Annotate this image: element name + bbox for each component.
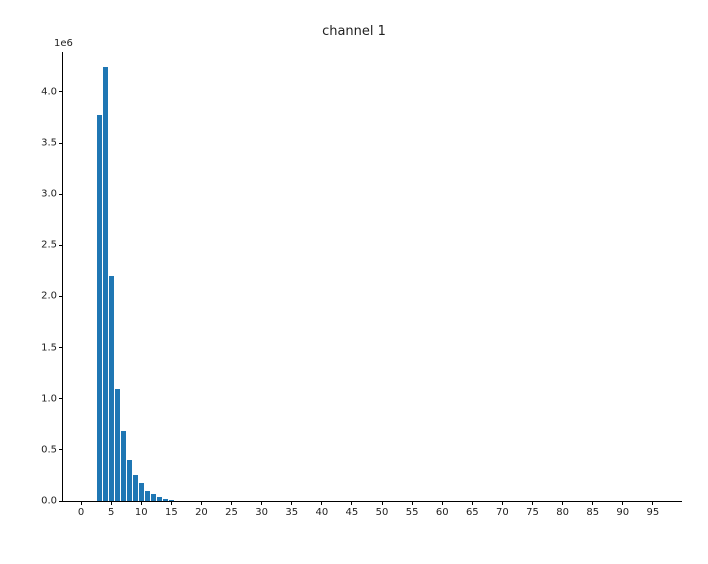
x-tick: [622, 501, 623, 505]
x-tick-label: 45: [346, 507, 359, 518]
x-tick-label: 50: [376, 507, 389, 518]
x-tick-label: 35: [285, 507, 298, 518]
y-exponent-label: 1e6: [54, 38, 73, 49]
x-tick-label: 0: [78, 507, 84, 518]
x-tick: [442, 501, 443, 505]
bar: [157, 497, 162, 501]
y-tick-label: 1.0: [41, 393, 57, 404]
x-tick: [502, 501, 503, 505]
bar: [103, 67, 108, 501]
x-tick-label: 70: [496, 507, 509, 518]
y-tick-label: 3.5: [41, 138, 57, 149]
y-tick: [59, 347, 63, 348]
x-tick-label: 15: [165, 507, 178, 518]
x-tick-label: 10: [135, 507, 148, 518]
x-tick: [592, 501, 593, 505]
x-tick-label: 90: [616, 507, 629, 518]
y-tick: [59, 501, 63, 502]
x-tick: [261, 501, 262, 505]
y-tick: [59, 449, 63, 450]
x-tick-label: 55: [406, 507, 419, 518]
y-tick: [59, 245, 63, 246]
x-tick-label: 95: [647, 507, 660, 518]
y-tick-label: 2.5: [41, 240, 57, 251]
x-tick: [81, 501, 82, 505]
y-tick: [59, 398, 63, 399]
x-tick: [472, 501, 473, 505]
x-tick: [291, 501, 292, 505]
y-tick: [59, 91, 63, 92]
x-tick: [201, 501, 202, 505]
bar: [127, 460, 132, 501]
bar: [163, 499, 168, 501]
y-tick-label: 1.5: [41, 342, 57, 353]
x-tick-label: 75: [526, 507, 539, 518]
x-tick-label: 30: [255, 507, 268, 518]
x-tick: [231, 501, 232, 505]
bar: [121, 431, 126, 501]
bar: [109, 276, 114, 501]
y-tick-label: 2.0: [41, 291, 57, 302]
bar: [133, 475, 138, 501]
bar: [145, 491, 150, 501]
x-tick: [171, 501, 172, 505]
y-tick: [59, 296, 63, 297]
x-tick-label: 5: [108, 507, 114, 518]
y-tick: [59, 143, 63, 144]
y-tick: [59, 194, 63, 195]
bar: [115, 389, 120, 502]
y-tick-label: 0.0: [41, 496, 57, 507]
bar: [151, 494, 156, 501]
axes-area: 0.00.51.01.52.02.53.03.54.0 051015202530…: [62, 52, 682, 502]
x-tick: [652, 501, 653, 505]
x-tick: [562, 501, 563, 505]
y-tick-label: 3.0: [41, 189, 57, 200]
x-tick-label: 60: [436, 507, 449, 518]
x-tick-label: 20: [195, 507, 208, 518]
x-tick: [321, 501, 322, 505]
x-tick: [141, 501, 142, 505]
x-tick: [532, 501, 533, 505]
bar: [97, 115, 102, 501]
x-tick-label: 85: [586, 507, 599, 518]
chart-title: channel 1: [0, 24, 708, 39]
x-tick-label: 25: [225, 507, 238, 518]
x-tick: [382, 501, 383, 505]
y-tick-label: 4.0: [41, 86, 57, 97]
bar: [139, 483, 144, 501]
x-tick-label: 40: [315, 507, 328, 518]
x-tick: [351, 501, 352, 505]
x-tick: [412, 501, 413, 505]
figure: channel 1 1e6 0.00.51.01.52.02.53.03.54.…: [0, 0, 708, 564]
x-tick-label: 80: [556, 507, 569, 518]
x-tick: [111, 501, 112, 505]
y-tick-label: 0.5: [41, 444, 57, 455]
x-tick-label: 65: [466, 507, 479, 518]
